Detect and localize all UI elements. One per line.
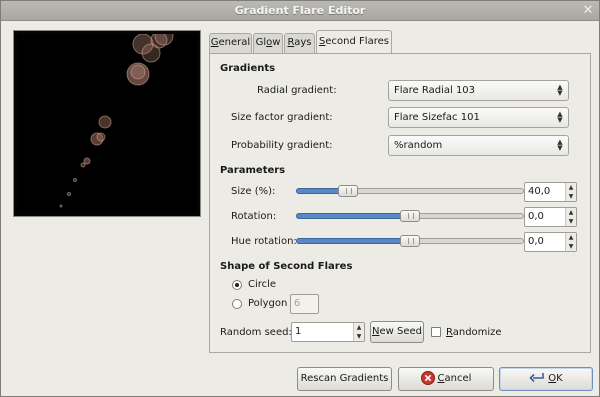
gradient-flare-editor-window: Gradient Flare Editor ✕ General Glow Ray… xyxy=(0,0,600,397)
random-seed-value: 1 xyxy=(295,326,302,337)
size-factor-gradient-value: Flare Sizefac 101 xyxy=(394,112,480,123)
spin-arrows-icon[interactable]: ▲ ▼ xyxy=(565,208,576,226)
cancel-icon xyxy=(420,371,435,385)
probability-gradient-label: Probability gradient: xyxy=(231,140,333,151)
hue-rotation-spinbutton[interactable]: 0,0 ▲ ▼ xyxy=(524,232,577,252)
title-bar[interactable]: Gradient Flare Editor ✕ xyxy=(1,1,599,21)
circle-label[interactable]: Circle xyxy=(248,279,276,290)
probability-gradient-select[interactable]: %random ▲ ▼ xyxy=(388,135,569,156)
rotation-value: 0,0 xyxy=(528,211,544,222)
flare-ring xyxy=(96,132,106,142)
ok-button[interactable]: OK xyxy=(499,367,593,391)
size-percent-label: Size (%): xyxy=(231,186,276,197)
second-flares-panel: Gradients Radial gradient: Flare Radial … xyxy=(209,53,591,353)
flare-ring xyxy=(73,178,77,182)
spin-arrows-icon[interactable]: ▲ ▼ xyxy=(565,233,576,251)
slider-fill xyxy=(296,238,410,244)
flare-ring xyxy=(98,115,112,129)
slider-fill xyxy=(296,213,410,219)
new-seed-button[interactable]: New Seed xyxy=(370,321,424,343)
randomize-label[interactable]: Randomize xyxy=(446,327,502,338)
slider-thumb[interactable] xyxy=(400,210,420,222)
size-factor-gradient-label: Size factor gradient: xyxy=(231,112,333,123)
randomize-mnemonic: R xyxy=(446,327,453,338)
flare-ring xyxy=(83,157,91,165)
radial-gradient-value: Flare Radial 103 xyxy=(394,85,476,96)
cancel-button[interactable]: Cancel xyxy=(398,367,494,391)
spin-arrows-icon[interactable]: ▲ ▼ xyxy=(353,323,364,341)
flare-ring xyxy=(80,162,86,168)
rotation-slider[interactable] xyxy=(296,210,524,222)
rescan-gradients-button[interactable]: Rescan Gradients xyxy=(297,367,392,391)
slider-thumb[interactable] xyxy=(400,235,420,247)
randomize-checkbox[interactable] xyxy=(431,327,441,337)
shape-heading: Shape of Second Flares xyxy=(220,261,353,272)
hue-rotation-slider[interactable] xyxy=(296,235,524,247)
parameters-heading: Parameters xyxy=(220,165,286,176)
cancel-mnemonic: C xyxy=(437,373,445,384)
size-percent-value: 40,0 xyxy=(528,186,551,197)
size-factor-gradient-select[interactable]: Flare Sizefac 101 ▲ ▼ xyxy=(388,107,569,128)
gradients-heading: Gradients xyxy=(220,63,276,74)
updown-arrows-icon: ▲ ▼ xyxy=(557,138,563,152)
hue-rotation-label: Hue rotation: xyxy=(231,236,297,247)
tab-glow[interactable]: Glow xyxy=(253,33,283,53)
random-seed-spinbutton[interactable]: 1 ▲ ▼ xyxy=(291,322,365,342)
flare-ring xyxy=(67,192,71,196)
close-icon[interactable]: ✕ xyxy=(581,4,595,18)
rotation-label: Rotation: xyxy=(231,211,277,222)
size-slider[interactable] xyxy=(296,185,524,197)
window-title: Gradient Flare Editor xyxy=(234,4,366,17)
tab-general-mnemonic: G xyxy=(210,37,219,48)
radial-gradient-select[interactable]: Flare Radial 103 ▲ ▼ xyxy=(388,80,569,101)
slider-thumb[interactable] xyxy=(338,185,358,197)
random-seed-label: Random seed: xyxy=(220,327,292,338)
flare-preview xyxy=(13,30,201,217)
tab-general[interactable]: General xyxy=(209,33,252,53)
return-arrow-icon xyxy=(529,373,545,383)
circle-radio[interactable] xyxy=(232,280,242,290)
flare-ring xyxy=(59,204,63,208)
flare-ring xyxy=(126,62,150,86)
updown-arrows-icon: ▲ ▼ xyxy=(557,110,563,124)
polygon-radio[interactable] xyxy=(232,299,242,309)
polygon-sides-value: 6 xyxy=(294,298,301,309)
ok-mnemonic: O xyxy=(548,373,557,384)
size-percent-spinbutton[interactable]: 40,0 ▲ ▼ xyxy=(524,182,577,202)
tab-rays[interactable]: Rays xyxy=(284,33,315,53)
spin-arrows-icon[interactable]: ▲ ▼ xyxy=(565,183,576,201)
radial-gradient-label: Radial gradient: xyxy=(257,85,337,96)
updown-arrows-icon: ▲ ▼ xyxy=(557,83,563,97)
flare-ring xyxy=(141,43,161,63)
hue-rotation-value: 0,0 xyxy=(528,236,544,247)
polygon-label[interactable]: Polygon xyxy=(248,298,287,309)
polygon-sides-input: 6 xyxy=(290,294,319,314)
rotation-spinbutton[interactable]: 0,0 ▲ ▼ xyxy=(524,207,577,227)
tab-second-flares[interactable]: Second Flares xyxy=(316,30,392,54)
probability-gradient-value: %random xyxy=(394,140,443,151)
flare-preview-canvas xyxy=(17,34,197,213)
